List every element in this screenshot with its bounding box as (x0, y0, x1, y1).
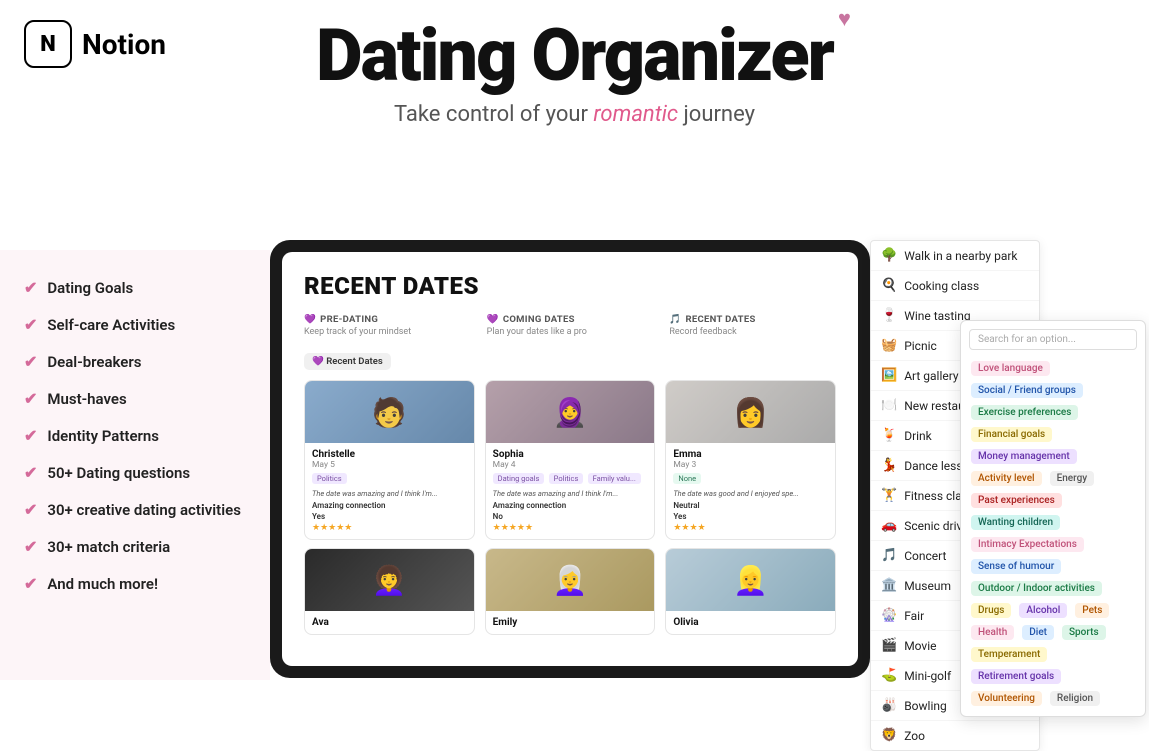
activity-zoo[interactable]: 🦁 Zoo (871, 721, 1039, 750)
date-card-emma: 👩 Emma May 3 None The date was good and … (665, 380, 836, 540)
col-recent-dates: 🎵RECENT DATES Record feedback (669, 314, 836, 337)
sidebar-item-questions: ✔ 50+ Dating questions (24, 463, 246, 482)
sidebar-item-selfcare: ✔ Self-care Activities (24, 315, 246, 334)
col-coming-dates: 💜COMING DATES Plan your dates like a pro (487, 314, 654, 337)
tag-wanting-children[interactable]: Wanting children (971, 515, 1060, 530)
card-image-1: 🧑 (305, 381, 474, 443)
date-card-ava: 👩‍🦱 Ava (304, 548, 475, 635)
sidebar-item-more: ✔ And much more! (24, 574, 246, 593)
cards-row-1: 🧑 Christelle May 5 Politics The date was… (304, 380, 836, 540)
tag-exercise[interactable]: Exercise preferences (971, 405, 1078, 420)
tablet-screen: RECENT DATES 💜PRE-DATING Keep track of y… (282, 252, 858, 666)
search-option-input[interactable]: Search for an option... (969, 329, 1137, 350)
left-sidebar: ✔ Dating Goals ✔ Self-care Activities ✔ … (0, 250, 270, 680)
col-pre-dating: 💜PRE-DATING Keep track of your mindset (304, 314, 471, 337)
card-image-4: 👩‍🦱 (305, 549, 474, 611)
recent-dates-tab[interactable]: 💜 Recent Dates (304, 353, 391, 370)
tag-religion[interactable]: Religion (1050, 691, 1100, 706)
card-image-3: 👩 (666, 381, 835, 443)
columns-header: 💜PRE-DATING Keep track of your mindset 💜… (304, 314, 836, 337)
tab-row: 💜 Recent Dates (304, 349, 836, 370)
sidebar-item-criteria: ✔ 30+ match criteria (24, 537, 246, 556)
check-icon: ✔ (24, 389, 37, 408)
tablet-mockup: RECENT DATES 💜PRE-DATING Keep track of y… (270, 240, 870, 678)
tag-past-experiences[interactable]: Past experiences (971, 493, 1062, 508)
check-icon: ✔ (24, 315, 37, 334)
tag-humour[interactable]: Sense of humour (971, 559, 1061, 574)
tag-financial-goals[interactable]: Financial goals (971, 427, 1052, 442)
card-image-5: 👩‍🦳 (486, 549, 655, 611)
date-card-sophia: 🧕 Sophia May 4 Dating goals Politics Fam… (485, 380, 656, 540)
tag-sports[interactable]: Sports (1062, 625, 1106, 640)
check-icon: ✔ (24, 426, 37, 445)
sidebar-item-identity: ✔ Identity Patterns (24, 426, 246, 445)
hero-section: Dating Organizer ♥ Take control of your … (0, 18, 1149, 127)
cards-row-2: 👩‍🦱 Ava 👩‍🦳 Emily 👱‍♀️ (304, 548, 836, 635)
date-card-olivia: 👱‍♀️ Olivia (665, 548, 836, 635)
check-icon: ✔ (24, 463, 37, 482)
tag-money-management[interactable]: Money management (971, 449, 1077, 464)
date-card-emily: 👩‍🦳 Emily (485, 548, 656, 635)
check-icon: ✔ (24, 352, 37, 371)
tag-retirement[interactable]: Retirement goals (971, 669, 1061, 684)
sidebar-item-musthaves: ✔ Must-haves (24, 389, 246, 408)
tag-pets[interactable]: Pets (1075, 603, 1109, 618)
check-icon: ✔ (24, 278, 37, 297)
tag-love-language[interactable]: Love language (971, 361, 1050, 376)
tag-energy[interactable]: Energy (1050, 471, 1095, 486)
sidebar-item-dating-goals: ✔ Dating Goals (24, 278, 246, 297)
option-tags-panel: Search for an option... Love language So… (960, 320, 1146, 717)
date-card-christelle: 🧑 Christelle May 5 Politics The date was… (304, 380, 475, 540)
tag-outdoor-indoor[interactable]: Outdoor / Indoor activities (971, 581, 1102, 596)
check-icon: ✔ (24, 537, 37, 556)
tags-container: Love language Social / Friend groups Exe… (969, 356, 1137, 708)
card-image-2: 🧕 (486, 381, 655, 443)
tag-alcohol[interactable]: Alcohol (1019, 603, 1067, 618)
activity-park[interactable]: 🌳 Walk in a nearby park (871, 241, 1039, 271)
hero-title: Dating Organizer (316, 13, 833, 98)
tag-volunteering[interactable]: Volunteering (971, 691, 1042, 706)
tag-social-groups[interactable]: Social / Friend groups (971, 383, 1083, 398)
tag-intimacy[interactable]: Intimacy Expectations (971, 537, 1084, 552)
sidebar-item-activities: ✔ 30+ creative dating activities (24, 500, 246, 519)
tag-drugs[interactable]: Drugs (971, 603, 1011, 618)
tag-health[interactable]: Health (971, 625, 1014, 640)
check-icon: ✔ (24, 500, 37, 519)
tag-temperament[interactable]: Temperament (971, 647, 1047, 662)
check-icon: ✔ (24, 574, 37, 593)
card-image-6: 👱‍♀️ (666, 549, 835, 611)
tag-diet[interactable]: Diet (1022, 625, 1054, 640)
activity-cooking[interactable]: 🍳 Cooking class (871, 271, 1039, 301)
sidebar-item-dealbreakers: ✔ Deal-breakers (24, 352, 246, 371)
section-title: RECENT DATES (304, 272, 836, 300)
tag-activity-level[interactable]: Activity level (971, 471, 1042, 486)
